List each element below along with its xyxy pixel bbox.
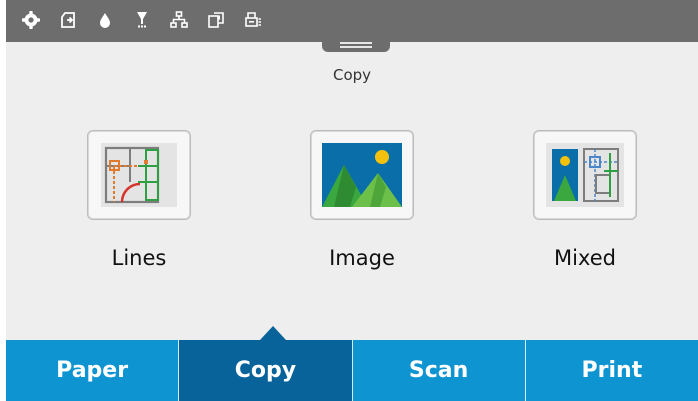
image-option[interactable]: Image — [247, 130, 477, 270]
active-tab-pointer — [260, 326, 286, 340]
page-title: Copy — [332, 66, 372, 84]
mixed-button[interactable] — [533, 130, 637, 220]
pull-down-handle[interactable] — [322, 38, 390, 52]
mixed-label: Mixed — [554, 246, 616, 270]
tab-print[interactable]: Print — [525, 340, 698, 401]
bottom-tab-bar: Paper Copy Scan Print — [6, 340, 698, 401]
lines-button[interactable] — [87, 130, 191, 220]
mixed-option[interactable]: Mixed — [470, 130, 698, 270]
copy-status-icon[interactable] — [205, 9, 227, 31]
printhead-icon[interactable] — [131, 9, 153, 31]
landscape-icon — [322, 143, 402, 207]
printer-queue-icon[interactable] — [242, 9, 264, 31]
image-label: Image — [329, 246, 395, 270]
media-load-icon[interactable] — [57, 9, 79, 31]
tab-scan[interactable]: Scan — [352, 340, 526, 401]
lines-option[interactable]: Lines — [24, 130, 254, 270]
mixed-icon — [546, 143, 624, 207]
lines-icon — [101, 143, 177, 207]
image-button[interactable] — [310, 130, 414, 220]
tab-paper[interactable]: Paper — [6, 340, 180, 401]
gear-icon[interactable] — [20, 9, 42, 31]
lines-label: Lines — [111, 246, 167, 270]
tab-copy[interactable]: Copy — [179, 340, 353, 401]
status-icons — [20, 9, 279, 31]
network-icon[interactable] — [168, 9, 190, 31]
status-bar — [6, 0, 698, 42]
copy-screen: Copy Lines Image Mixed Paper Copy Scan P… — [6, 0, 698, 401]
ink-drop-icon[interactable] — [94, 9, 116, 31]
